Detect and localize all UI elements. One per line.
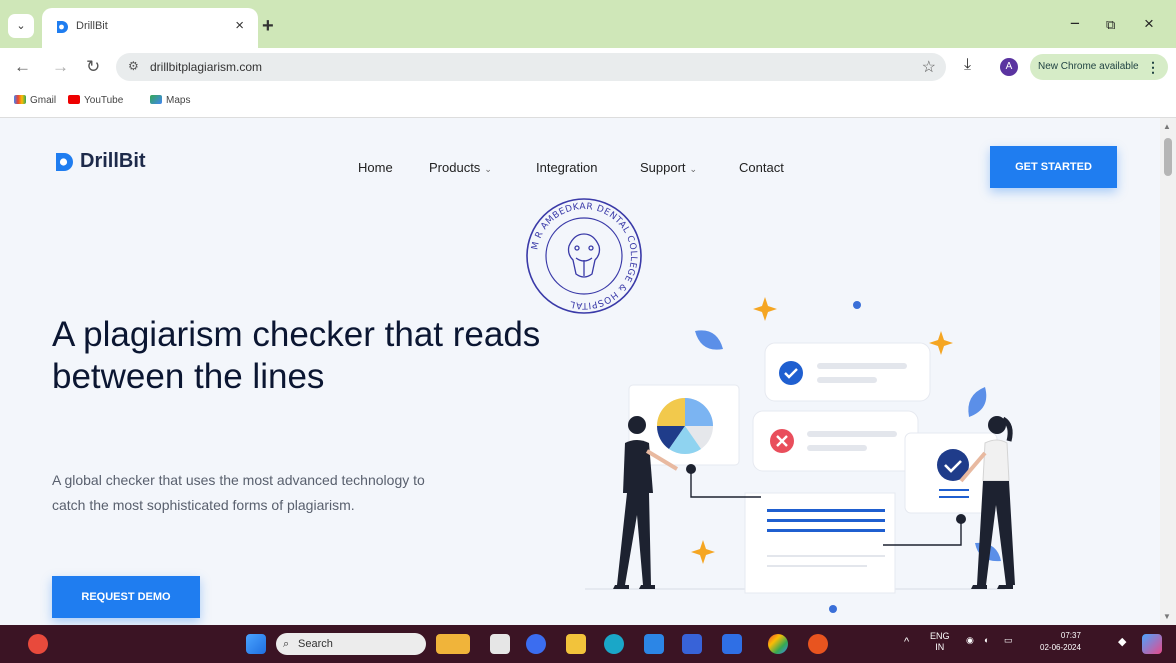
minimize-button[interactable]: − [1070, 14, 1080, 34]
youtube-icon [68, 95, 80, 104]
get-started-button[interactable]: GET STARTED [990, 146, 1117, 188]
update-label: New Chrome available [1038, 61, 1139, 72]
scroll-up-icon[interactable]: ▲ [1163, 122, 1171, 131]
copilot-icon[interactable] [526, 634, 546, 654]
wifi-icon[interactable]: ◉ [966, 635, 974, 646]
chrome-icon[interactable] [768, 634, 788, 654]
bookmark-youtube[interactable]: YouTube [68, 95, 123, 106]
scroll-down-icon[interactable]: ▼ [1163, 612, 1171, 621]
edge-icon[interactable] [604, 634, 624, 654]
restore-button[interactable]: ⧉ [1106, 17, 1115, 33]
tray-chevron-icon[interactable]: ^ [904, 636, 909, 648]
mail-icon[interactable] [644, 634, 664, 654]
drillbit-logo[interactable]: DrillBit [52, 150, 146, 173]
file-explorer-icon[interactable] [566, 634, 586, 654]
chevron-down-icon: ⌄ [689, 164, 698, 174]
bookmark-star-icon[interactable]: ☆ [922, 57, 936, 77]
nav-support[interactable]: Support ⌄ [640, 160, 697, 175]
close-window-button[interactable]: × [1144, 14, 1154, 34]
back-arrow-icon[interactable]: ← [14, 57, 31, 77]
battery-icon[interactable]: ▭ [1004, 635, 1013, 646]
outlook-icon[interactable] [722, 634, 742, 654]
volume-icon[interactable]: ◐ [984, 635, 989, 645]
tab-close-icon[interactable]: × [235, 17, 244, 34]
store-icon[interactable] [682, 634, 702, 654]
language-indicator[interactable]: ENG IN [930, 631, 950, 653]
bookmarks-bar: Gmail YouTube Maps [0, 86, 1176, 118]
taskbar-search[interactable]: ⌕ Search [276, 633, 426, 655]
hero-illustration [585, 297, 1015, 613]
windows-taskbar: ⌕ Search ^ ENG IN ◉ ◐ ▭ 07:37 02-06-2024 … [0, 625, 1176, 663]
scroll-thumb[interactable] [1164, 138, 1172, 176]
drillbit-favicon-icon [57, 21, 68, 33]
active-tab[interactable]: DrillBit × [42, 8, 258, 48]
gmail-icon [14, 95, 26, 104]
clock[interactable]: 07:37 02-06-2024 [1040, 630, 1081, 654]
page-scrollbar[interactable]: ▲ ▼ [1160, 118, 1176, 625]
search-icon: ⌕ [283, 638, 290, 650]
drillbit-logo-icon [56, 152, 73, 171]
notification-app-icon[interactable] [28, 634, 48, 654]
download-icon[interactable]: ⤓ [964, 56, 971, 74]
menu-dots-icon[interactable]: ⋮ [1146, 54, 1160, 80]
tab-title: DrillBit [76, 20, 108, 32]
notification-bell-icon[interactable]: ◆ [1118, 635, 1126, 648]
hero-title: A plagiarism checker that reads between … [52, 315, 541, 396]
hero-subtitle: A global checker that uses the most adva… [52, 472, 425, 513]
sparkle-icon [753, 297, 777, 321]
request-demo-button[interactable]: REQUEST DEMO [52, 576, 200, 618]
profile-avatar[interactable]: A [1000, 58, 1018, 76]
url-text: drillbitplagiarism.com [150, 60, 263, 74]
address-bar[interactable]: ⚙ drillbitplagiarism.com ☆ [116, 53, 946, 81]
forward-arrow-icon[interactable]: → [52, 57, 69, 77]
copilot-tray-icon[interactable] [1142, 634, 1162, 654]
chrome-update-button[interactable]: New Chrome available ⋮ [1030, 54, 1168, 80]
nav-integration[interactable]: Integration [536, 160, 597, 175]
chevron-down-icon: ⌄ [484, 164, 492, 174]
firefox-icon[interactable] [808, 634, 828, 654]
maps-icon [150, 95, 162, 104]
new-tab-button[interactable]: + [262, 15, 274, 38]
tab-search-button[interactable]: ⌄ [8, 14, 34, 38]
logo-text: DrillBit [80, 150, 146, 172]
start-icon[interactable] [246, 634, 266, 654]
nav-home[interactable]: Home [358, 160, 393, 175]
bookmark-maps[interactable]: Maps [150, 95, 190, 106]
nav-contact[interactable]: Contact [739, 160, 784, 175]
reload-icon[interactable]: ↻ [86, 57, 100, 77]
widget-icon[interactable] [436, 634, 470, 654]
bookmark-gmail[interactable]: Gmail [14, 95, 56, 106]
page-viewport: DrillBit Home Products ⌄ Integration Supp… [0, 118, 1160, 625]
tab-strip: ⌄ DrillBit × + − ⧉ × [0, 0, 1176, 48]
site-info-icon[interactable]: ⚙ [128, 59, 139, 73]
task-view-icon[interactable] [490, 634, 510, 654]
nav-products[interactable]: Products ⌄ [429, 160, 492, 175]
